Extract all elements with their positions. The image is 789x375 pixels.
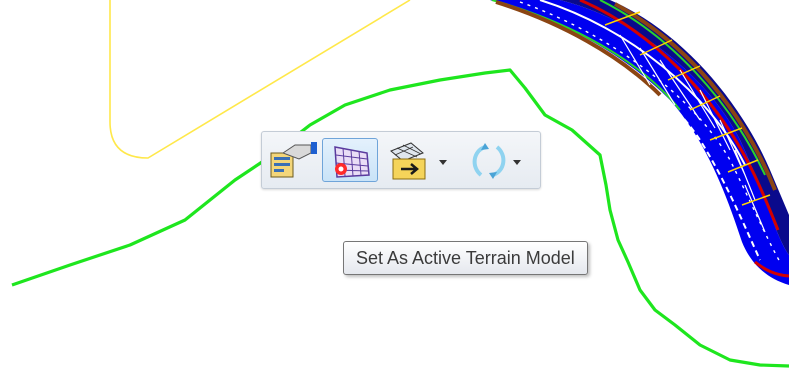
chevron-down-icon [513,160,521,165]
terrain-export-icon [390,142,447,180]
terrain-export-button[interactable] [382,138,458,182]
chevron-down-icon [439,160,447,165]
set-active-terrain-model-button[interactable] [322,138,378,182]
terrain-boundary-line [11,68,789,368]
terrain-refresh-button[interactable] [462,138,532,182]
terrain-properties-button[interactable] [264,138,320,182]
terrain-context-toolbar [261,131,541,189]
tooltip: Set As Active Terrain Model [343,241,588,275]
terrain-mesh-icon [334,146,370,178]
element-info-icon [270,142,317,178]
refresh-icon [472,143,521,179]
